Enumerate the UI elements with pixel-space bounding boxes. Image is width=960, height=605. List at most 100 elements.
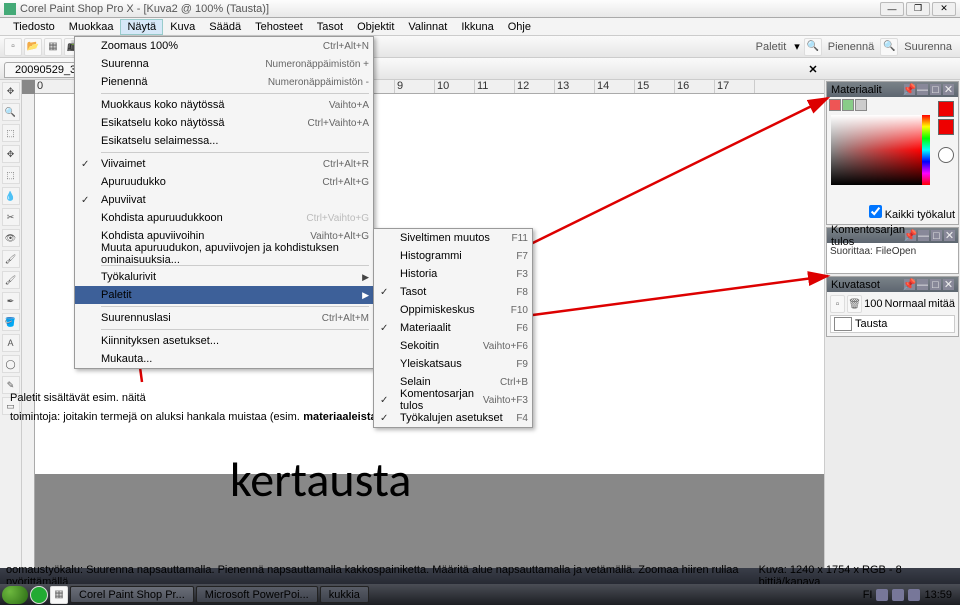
submenuitem-historia[interactable]: HistoriaF3 [374,265,532,283]
menu-valinnat[interactable]: Valinnat [401,19,454,35]
pan-tool[interactable]: ✥ [2,82,20,100]
panel-max-icon[interactable]: □ [930,84,941,95]
submenuitem-materiaalit[interactable]: ✓MateriaalitF6 [374,319,532,337]
shape-tool[interactable]: ◯ [2,355,20,373]
airbrush-tool[interactable]: ✒ [2,292,20,310]
menu-ohje[interactable]: Ohje [501,19,538,35]
opacity-value[interactable]: 100 [864,298,882,310]
menuitem-mukauta-[interactable]: Mukauta... [75,350,373,368]
menuitem-suurenna[interactable]: SuurennaNumeronäppäimistön + [75,55,373,73]
color-gradient[interactable] [831,115,923,185]
panel-close-icon[interactable]: ✕ [943,84,954,95]
panel-close-icon[interactable]: ✕ [943,279,954,290]
pienenna-label[interactable]: Pienennä [824,41,879,53]
menuitem-esikatselu-selaimessa-[interactable]: Esikatselu selaimessa... [75,132,373,150]
color-tab-3[interactable] [855,99,867,111]
layer-row[interactable]: Tausta [830,315,955,333]
submenuitem-komentosarjan-tulos[interactable]: ✓Komentosarjan tulosVaihto+F3 [374,391,532,409]
tray-icon[interactable] [892,589,904,601]
lang-indicator[interactable]: FI [863,589,873,601]
panel-min-icon[interactable]: — [918,230,929,241]
menuitem-pienenn-[interactable]: PienennäNumeronäppäimistön - [75,73,373,91]
color-tab-2[interactable] [842,99,854,111]
panel-close-icon[interactable]: ✕ [944,230,955,241]
panel-min-icon[interactable]: — [917,84,928,95]
submenuitem-histogrammi[interactable]: HistogrammiF7 [374,247,532,265]
panel-max-icon[interactable]: □ [931,230,942,241]
menuitem-viivaimet[interactable]: ✓ViivaimetCtrl+Alt+R [75,155,373,173]
quicklaunch-icon[interactable] [30,586,48,604]
menuitem-kohdista-apuruudukkoon[interactable]: Kohdista apuruudukkoonCtrl+Vaihto+G [75,209,373,227]
submenuitem-siveltimen-muutos[interactable]: Siveltimen muutosF11 [374,229,532,247]
menu-tasot[interactable]: Tasot [310,19,350,35]
submenuitem-yleiskatsaus[interactable]: YleiskatsausF9 [374,355,532,373]
tray-icon[interactable] [876,589,888,601]
paletit-button[interactable]: Paletit [752,41,791,53]
text-tool[interactable]: A [2,334,20,352]
dropper-tool[interactable]: 💧 [2,187,20,205]
color-tab-1[interactable] [829,99,841,111]
brush-tool[interactable]: 🖌 [2,271,20,289]
fill-tool[interactable]: 🪣 [2,313,20,331]
menuitem-suurennuslasi[interactable]: SuurennuslasiCtrl+Alt+M [75,309,373,327]
panel-pin-icon[interactable]: 📌 [905,230,916,241]
redeye-tool[interactable]: 👁 [2,229,20,247]
open-icon[interactable]: 📂 [24,38,42,56]
menuitem-kiinnityksen-asetukset-[interactable]: Kiinnityksen asetukset... [75,332,373,350]
zoom-tool[interactable]: 🔍 [2,103,20,121]
menuitem-esikatselu-koko-n-yt-ss-[interactable]: Esikatselu koko näytössäCtrl+Vaihto+A [75,114,373,132]
menu-saada[interactable]: Säädä [202,19,248,35]
menu-muokkaa[interactable]: Muokkaa [62,19,121,35]
panel-pin-icon[interactable]: 📌 [904,279,915,290]
quicklaunch-icon-2[interactable]: ▦ [50,586,68,604]
menu-ikkuna[interactable]: Ikkuna [454,19,500,35]
panel-max-icon[interactable]: □ [930,279,941,290]
menuitem-paletit[interactable]: Paletit▶ [75,286,373,304]
minimize-button[interactable]: — [880,2,904,16]
image-close-button[interactable]: ✕ [806,62,820,76]
menu-tehosteet[interactable]: Tehosteet [248,19,310,35]
blendmode-select[interactable]: Normaal [885,298,927,310]
menu-tiedosto[interactable]: Tiedosto [6,19,62,35]
menu-nayta[interactable]: Näytä [120,19,163,35]
menu-objektit[interactable]: Objektit [350,19,401,35]
pick-tool[interactable]: ⬚ [2,124,20,142]
select-tool[interactable]: ⬚ [2,166,20,184]
maximize-button[interactable]: ❐ [906,2,930,16]
newlayer-icon[interactable]: ▫ [830,295,845,313]
menu-kuva[interactable]: Kuva [163,19,202,35]
zoom-out-icon[interactable]: 🔍 [804,38,822,56]
foreground-swatch[interactable] [938,101,954,117]
move-tool[interactable]: ✥ [2,145,20,163]
menuitem-ty-kalurivit[interactable]: Työkalurivit▶ [75,268,373,286]
start-button[interactable] [2,586,28,604]
suurenna-label[interactable]: Suurenna [900,41,956,53]
null-swatch[interactable] [938,147,954,163]
submenuitem-oppimiskeskus[interactable]: OppimiskeskusF10 [374,301,532,319]
menuitem-apuviivat[interactable]: ✓Apuviivat [75,191,373,209]
dellayer-icon[interactable]: 🗑 [847,295,862,313]
kaikki-checkbox[interactable]: Kaikki työkalut [869,209,955,221]
hue-slider[interactable] [922,115,930,185]
layer-name: Tausta [855,318,887,330]
submenuitem-ty-kalujen-asetukset[interactable]: ✓Työkalujen asetuksetF4 [374,409,532,427]
taskbar-item-ppt[interactable]: Microsoft PowerPoi... [196,586,318,603]
submenuitem-sekoitin[interactable]: SekoitinVaihto+F6 [374,337,532,355]
clone-tool[interactable]: 🖌 [2,250,20,268]
menuitem-muuta-apuruudukon-apuviivojen-ja-kohdistuksen-ominaisuuksia-[interactable]: Muuta apuruudukon, apuviivojen ja kohdis… [75,245,373,263]
menuitem-zoomaus-100-[interactable]: Zoomaus 100%Ctrl+Alt+N [75,37,373,55]
background-swatch[interactable] [938,119,954,135]
new-icon[interactable]: ▫ [4,38,22,56]
menuitem-apuruudukko[interactable]: ApuruudukkoCtrl+Alt+G [75,173,373,191]
taskbar-item-psp[interactable]: Corel Paint Shop Pr... [70,586,194,603]
submenuitem-tasot[interactable]: ✓TasotF8 [374,283,532,301]
zoom-in-icon[interactable]: 🔍 [880,38,898,56]
panel-min-icon[interactable]: — [917,279,928,290]
close-button[interactable]: ✕ [932,2,956,16]
panel-pin-icon[interactable]: 📌 [904,84,915,95]
menuitem-muokkaus-koko-n-yt-ss-[interactable]: Muokkaus koko näytössäVaihto+A [75,96,373,114]
crop-tool[interactable]: ✂ [2,208,20,226]
volume-icon[interactable] [908,589,920,601]
browse-icon[interactable]: ▦ [44,38,62,56]
taskbar-item-kukkia[interactable]: kukkia [320,586,369,603]
